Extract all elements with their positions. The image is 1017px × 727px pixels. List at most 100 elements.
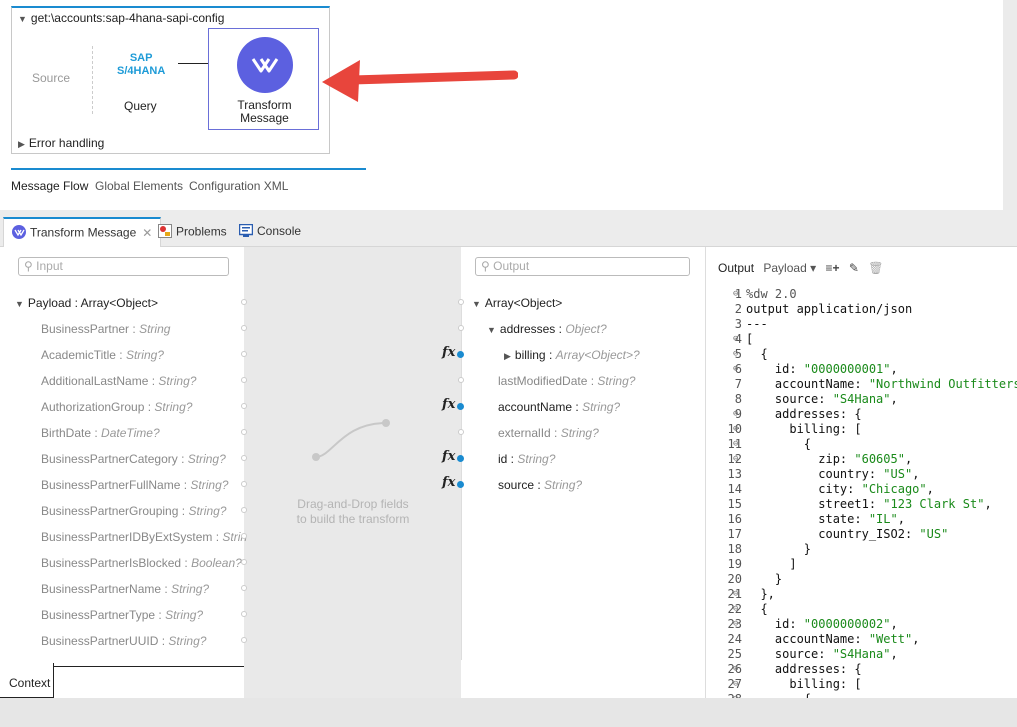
- mapping-canvas[interactable]: Drag-and-Drop fields to build the transfo…: [244, 247, 461, 698]
- collapse-triangle-icon[interactable]: ▼: [18, 14, 27, 24]
- fx-function-icon[interactable]: fx: [442, 449, 455, 464]
- input-field-item[interactable]: BusinessPartner : String: [41, 322, 170, 336]
- output-anchor-dot[interactable]: [458, 325, 464, 331]
- output-addresses-item[interactable]: ▼ addresses : Object?: [487, 322, 607, 336]
- input-anchor-dot[interactable]: [241, 403, 247, 409]
- mapped-dot[interactable]: [457, 455, 464, 462]
- input-field-item[interactable]: BusinessPartnerFullName : String?: [41, 478, 228, 492]
- code-token: country_ISO2:: [746, 527, 920, 541]
- input-field-item[interactable]: AdditionalLastName : String?: [41, 374, 196, 388]
- input-field-item[interactable]: BusinessPartnerIsBlocked : Boolean?: [41, 556, 242, 570]
- type-separator: :: [550, 426, 561, 440]
- transform-tab-icon: [12, 225, 26, 242]
- fx-function-icon[interactable]: fx: [442, 345, 455, 360]
- tab-transform-message[interactable]: Transform Message ✕: [3, 217, 162, 247]
- input-field-item[interactable]: BusinessPartnerType : String?: [41, 608, 203, 622]
- fx-function-icon[interactable]: fx: [442, 475, 455, 490]
- fold-icon[interactable]: ⊖: [733, 617, 738, 632]
- input-anchor-dot[interactable]: [241, 377, 247, 383]
- output-billing-item[interactable]: ▶ billing : Array<Object>?: [504, 348, 640, 362]
- input-anchor-dot[interactable]: [241, 455, 247, 461]
- flow-container[interactable]: ▼ get:\accounts:sap-4hana-sapi-config Sou…: [11, 6, 330, 154]
- trash-icon[interactable]: 🗑: [868, 261, 883, 275]
- error-handling-toggle[interactable]: ▶ Error handling: [18, 136, 104, 150]
- add-output-icon[interactable]: ≡+: [825, 261, 839, 275]
- input-field-item[interactable]: BusinessPartnerName : String?: [41, 582, 209, 596]
- tab-console[interactable]: Console: [231, 217, 309, 247]
- mapped-dot[interactable]: [457, 351, 464, 358]
- output-anchor-dot[interactable]: [458, 299, 464, 305]
- transform-message-component[interactable]: Transform Message: [208, 28, 319, 130]
- payload-dropdown[interactable]: Payload ▾: [763, 261, 816, 275]
- tab-global-elements[interactable]: Global Elements: [95, 179, 183, 193]
- tab-configuration-xml[interactable]: Configuration XML: [189, 179, 288, 193]
- fold-icon[interactable]: ⊖: [733, 362, 738, 377]
- input-anchor-dot[interactable]: [241, 325, 247, 331]
- input-anchor-dot[interactable]: [241, 585, 247, 591]
- type-separator: :: [181, 556, 192, 570]
- tab-context[interactable]: Context: [0, 663, 54, 698]
- output-anchor-dot[interactable]: [458, 429, 464, 435]
- input-anchor-dot[interactable]: [241, 611, 247, 617]
- input-field-item[interactable]: BusinessPartnerIDByExtSystem : Strin: [41, 530, 247, 544]
- collapse-triangle-icon: ▶: [504, 351, 511, 361]
- fold-icon[interactable]: ⊖: [733, 347, 738, 362]
- code-text: [: [746, 332, 754, 346]
- input-field-item[interactable]: AuthorizationGroup : String?: [41, 400, 192, 414]
- input-field-type: String?: [187, 452, 226, 466]
- input-root-item[interactable]: ▼ Payload : Array<Object>: [15, 296, 158, 310]
- flow-title[interactable]: ▼ get:\accounts:sap-4hana-sapi-config: [18, 11, 224, 25]
- input-anchor-dot[interactable]: [241, 507, 247, 513]
- input-anchor-dot[interactable]: [241, 533, 247, 539]
- fx-function-icon[interactable]: fx: [442, 397, 455, 412]
- fold-icon[interactable]: ⊖: [733, 437, 738, 452]
- output-field-item[interactable]: accountName : String?: [498, 400, 620, 414]
- code-token: source:: [746, 647, 833, 661]
- code-text: accountName: "Northwind Outfitters",: [746, 377, 1017, 392]
- fold-icon[interactable]: ⊖: [733, 332, 738, 347]
- input-anchor-dot[interactable]: [241, 481, 247, 487]
- fold-icon[interactable]: ⊖: [733, 452, 738, 467]
- sap-connector-icon[interactable]: SAP S/4HANA: [117, 52, 165, 78]
- code-token: ,: [890, 362, 898, 376]
- type-separator: :: [161, 582, 172, 596]
- input-search-field[interactable]: ⚲ Input: [18, 257, 229, 276]
- output-field-item[interactable]: externalId : String?: [498, 426, 599, 440]
- input-field-item[interactable]: BusinessPartnerCategory : String?: [41, 452, 226, 466]
- input-field-type: String?: [158, 374, 197, 388]
- input-anchor-dot[interactable]: [241, 351, 247, 357]
- fold-icon[interactable]: ⊖: [733, 677, 738, 692]
- input-anchor-dot[interactable]: [241, 299, 247, 305]
- line-number: 24: [727, 632, 742, 646]
- fold-icon[interactable]: ⊖: [733, 602, 738, 617]
- input-anchor-dot[interactable]: [241, 429, 247, 435]
- output-search-field[interactable]: ⚲ Output: [475, 257, 690, 276]
- code-token: "S4Hana": [832, 647, 891, 661]
- fold-icon[interactable]: ⊖: [733, 287, 738, 302]
- pencil-icon[interactable]: ✎: [849, 261, 859, 275]
- fold-icon[interactable]: ⊖: [733, 587, 738, 602]
- output-field-item[interactable]: lastModifiedDate : String?: [498, 374, 635, 388]
- mapped-dot[interactable]: [457, 403, 464, 410]
- output-root-item[interactable]: ▼ Array<Object>: [472, 296, 562, 310]
- fold-icon[interactable]: ⊖: [733, 407, 738, 422]
- output-anchor-dot[interactable]: [458, 377, 464, 383]
- input-field-item[interactable]: BusinessPartnerGrouping : String?: [41, 504, 226, 518]
- mapped-dot[interactable]: [457, 481, 464, 488]
- input-field-item[interactable]: BusinessPartnerUUID : String?: [41, 634, 206, 648]
- output-field-item[interactable]: source : String?: [498, 478, 582, 492]
- fold-icon[interactable]: ⊖: [733, 422, 738, 437]
- tab-problems[interactable]: Problems: [150, 217, 235, 247]
- fold-icon[interactable]: ⊖: [733, 662, 738, 677]
- input-anchor-dot[interactable]: [241, 559, 247, 565]
- input-anchor-dot[interactable]: [241, 637, 247, 643]
- code-editor[interactable]: 1 ⊖ %dw 2.0 2 output application/json 3 --- 4 ⊖[…: [706, 287, 1017, 699]
- input-field-item[interactable]: AcademicTitle : String?: [41, 348, 164, 362]
- input-field-item[interactable]: BirthDate : DateTime?: [41, 426, 160, 440]
- code-token: "Northwind Outfitters": [868, 377, 1017, 391]
- output-field-type: String?: [582, 400, 621, 414]
- type-separator: :: [144, 400, 155, 414]
- query-label: Query: [124, 99, 157, 113]
- output-field-item[interactable]: id : String?: [498, 452, 555, 466]
- tab-message-flow[interactable]: Message Flow: [11, 179, 88, 193]
